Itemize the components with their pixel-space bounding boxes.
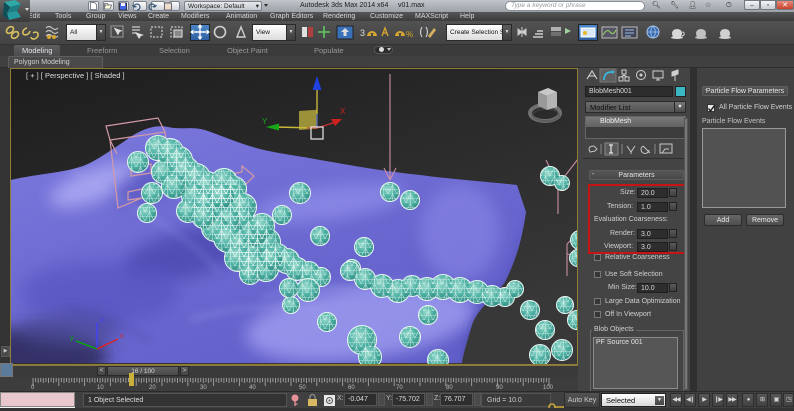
svg-text:[ + ] [ Perspective ] [ Shaded: [ + ] [ Perspective ] [ Shaded ] — [26, 71, 125, 80]
svg-text:z: z — [100, 317, 104, 324]
svg-text:3: 3 — [360, 28, 365, 38]
svg-text:x: x — [120, 333, 124, 340]
svg-text:X: X — [340, 107, 346, 116]
svg-text:y: y — [70, 335, 74, 342]
svg-text:Y: Y — [262, 117, 268, 126]
svg-text:%: % — [406, 30, 413, 39]
